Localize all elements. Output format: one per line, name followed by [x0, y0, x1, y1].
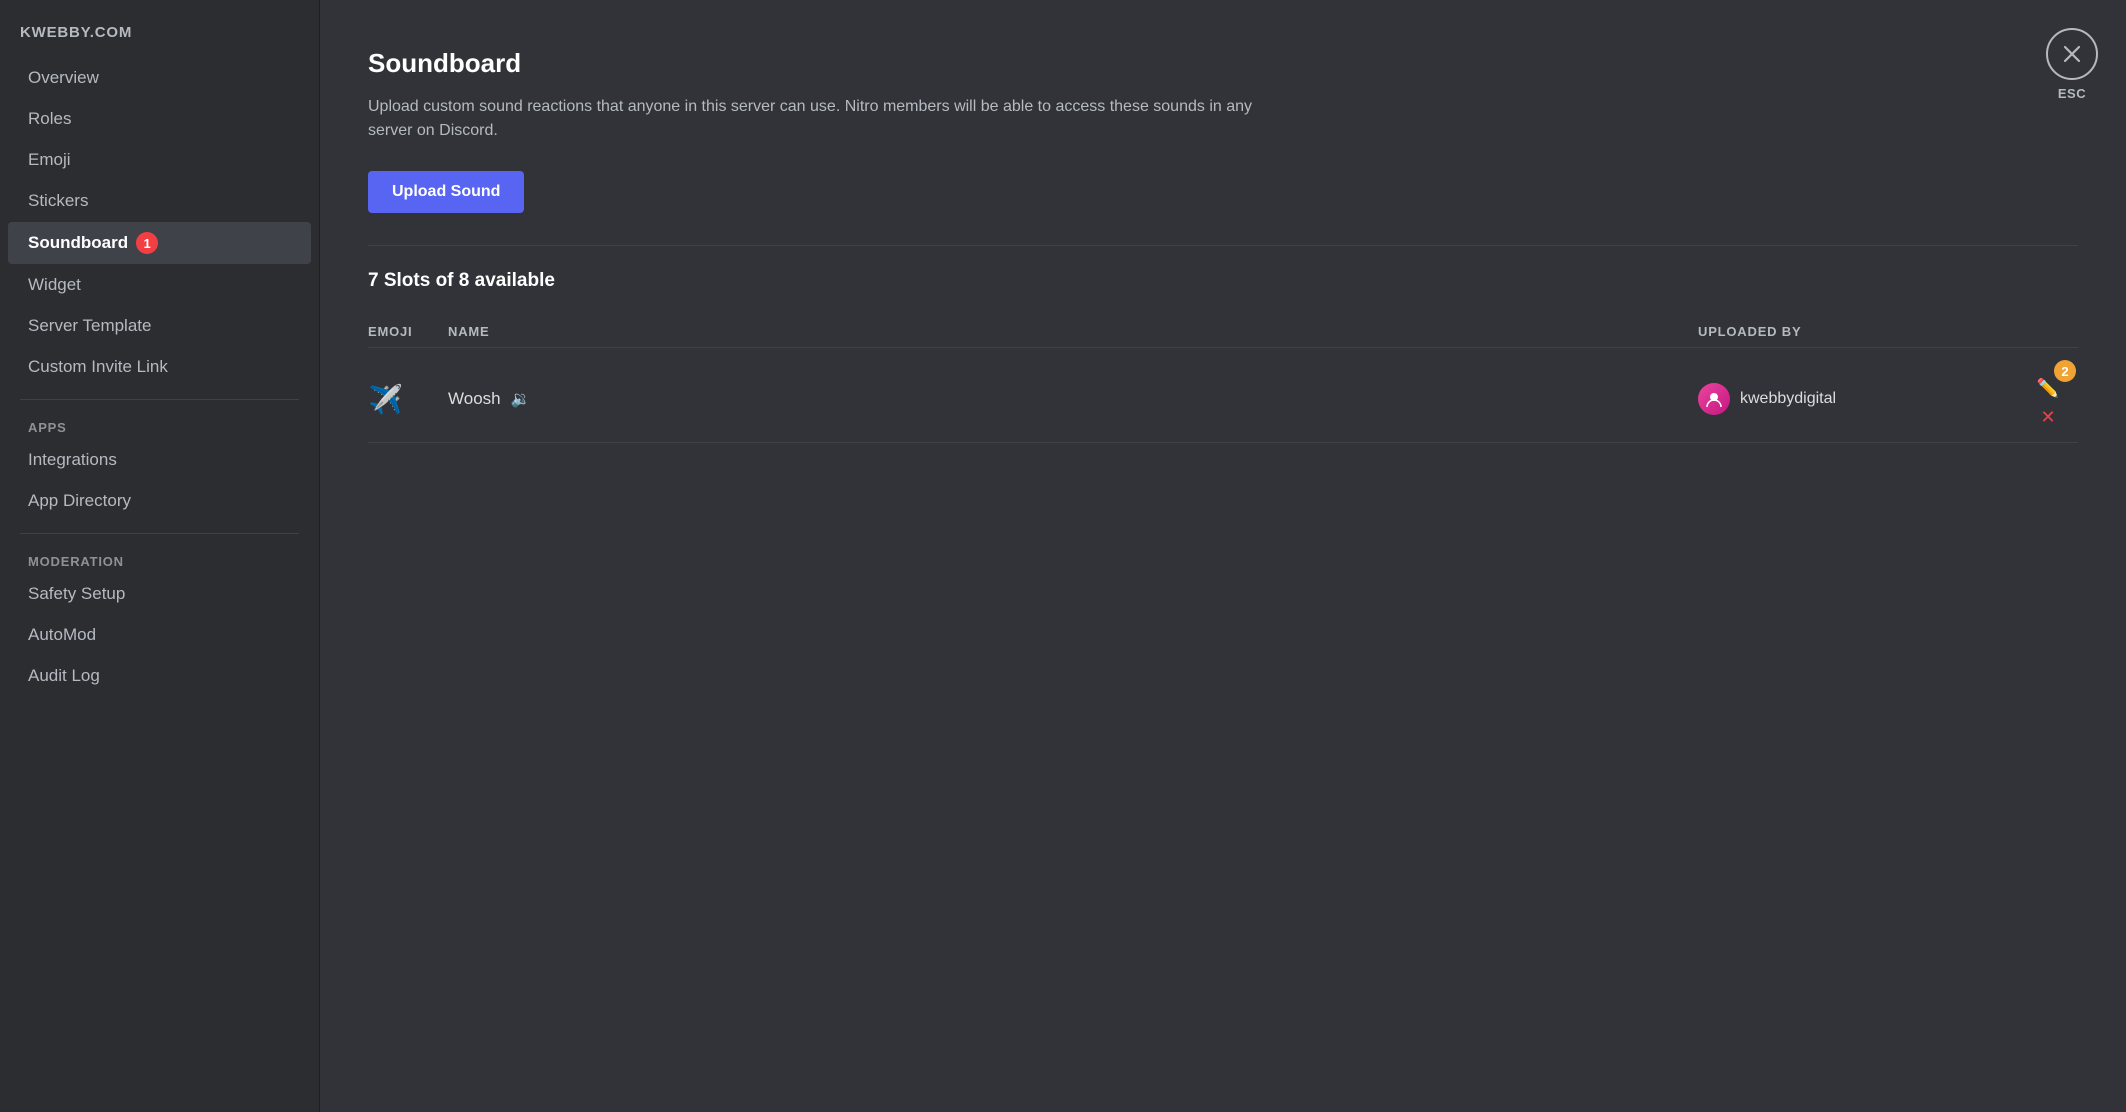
- actions-cell: 2 ✏️ ✕: [2018, 370, 2078, 428]
- sidebar-item-emoji[interactable]: Emoji: [8, 140, 311, 180]
- upload-sound-button[interactable]: Upload Sound: [368, 171, 524, 213]
- esc-label: ESC: [2058, 86, 2086, 101]
- col-header-name: NAME: [448, 324, 1698, 339]
- sidebar-item-label-automod: AutoMod: [28, 625, 96, 645]
- sidebar-item-label-audit-log: Audit Log: [28, 666, 100, 686]
- sidebar-item-stickers[interactable]: Stickers: [8, 181, 311, 221]
- table-header: EMOJI NAME UPLOADED BY: [368, 316, 2078, 348]
- edit-sound-button[interactable]: ✏️: [2037, 378, 2059, 399]
- sound-name: Woosh: [448, 389, 501, 409]
- section-label-apps: APPS: [0, 412, 319, 439]
- sidebar-item-custom-invite-link[interactable]: Custom Invite Link: [8, 347, 311, 387]
- table-row: ✈️ Woosh 🔉 kwebbydigital 2 ✏️ ✕: [368, 356, 2078, 443]
- avatar: [1698, 383, 1730, 415]
- sidebar-item-label-roles: Roles: [28, 109, 71, 129]
- soundboard-badge: 1: [136, 232, 158, 254]
- sidebar-item-widget[interactable]: Widget: [8, 265, 311, 305]
- sidebar: KWEBBY.COM Overview Roles Emoji Stickers…: [0, 0, 320, 1112]
- uploader-cell: kwebbydigital: [1698, 383, 2018, 415]
- sidebar-item-label-safety-setup: Safety Setup: [28, 584, 125, 604]
- sound-emoji: ✈️: [368, 383, 448, 416]
- sound-name-cell: Woosh 🔉: [448, 389, 1698, 409]
- page-title: Soundboard: [368, 48, 2078, 79]
- sidebar-item-safety-setup[interactable]: Safety Setup: [8, 574, 311, 614]
- sidebar-item-integrations[interactable]: Integrations: [8, 440, 311, 480]
- col-header-emoji: EMOJI: [368, 324, 448, 339]
- sidebar-item-label-overview: Overview: [28, 68, 99, 88]
- close-icon: [2062, 44, 2082, 64]
- section-label-moderation: MODERATION: [0, 546, 319, 573]
- sidebar-item-roles[interactable]: Roles: [8, 99, 311, 139]
- avatar-icon: [1704, 389, 1724, 409]
- uploader-name: kwebbydigital: [1740, 390, 1836, 408]
- sidebar-item-label-stickers: Stickers: [28, 191, 88, 211]
- sidebar-item-label-app-directory: App Directory: [28, 491, 131, 511]
- server-name: KWEBBY.COM: [0, 24, 319, 57]
- slots-info: 7 Slots of 8 available: [368, 270, 2078, 292]
- sidebar-item-soundboard[interactable]: Soundboard 1: [8, 222, 311, 264]
- delete-sound-button[interactable]: ✕: [2040, 407, 2055, 428]
- sidebar-item-server-template[interactable]: Server Template: [8, 306, 311, 346]
- speaker-icon[interactable]: 🔉: [511, 389, 531, 409]
- col-header-actions: [2018, 324, 2078, 339]
- sidebar-item-label-integrations: Integrations: [28, 450, 117, 470]
- close-button-area: ESC: [2046, 28, 2098, 101]
- sidebar-item-overview[interactable]: Overview: [8, 58, 311, 98]
- sidebar-item-label-emoji: Emoji: [28, 150, 71, 170]
- sidebar-item-audit-log[interactable]: Audit Log: [8, 656, 311, 696]
- sidebar-item-automod[interactable]: AutoMod: [8, 615, 311, 655]
- col-header-uploaded-by: UPLOADED BY: [1698, 324, 2018, 339]
- section-divider: [368, 245, 2078, 246]
- sidebar-item-label-server-template: Server Template: [28, 316, 151, 336]
- sidebar-item-app-directory[interactable]: App Directory: [8, 481, 311, 521]
- close-button[interactable]: [2046, 28, 2098, 80]
- page-description: Upload custom sound reactions that anyon…: [368, 95, 1288, 143]
- sidebar-item-label-soundboard: Soundboard: [28, 233, 128, 253]
- action-badge: 2: [2054, 360, 2076, 382]
- divider-moderation: [20, 533, 299, 534]
- divider-apps: [20, 399, 299, 400]
- sidebar-item-label-widget: Widget: [28, 275, 81, 295]
- main-content: ESC Soundboard Upload custom sound react…: [320, 0, 2126, 1112]
- sidebar-item-label-custom-invite-link: Custom Invite Link: [28, 357, 168, 377]
